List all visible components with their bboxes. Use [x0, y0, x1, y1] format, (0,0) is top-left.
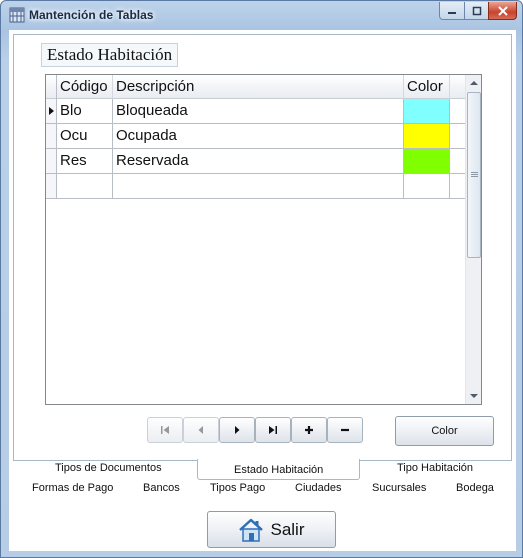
tab-page-estado-habitacion: Estado Habitación Código Descripción Col… — [13, 34, 512, 461]
current-row-icon — [49, 107, 54, 115]
scroll-down-button[interactable] — [466, 388, 482, 404]
scroll-up-icon — [470, 81, 478, 85]
data-grid[interactable]: Código Descripción Color Blo Bloqueada O… — [45, 74, 482, 405]
add-icon — [305, 426, 313, 434]
vertical-scrollbar[interactable] — [465, 75, 481, 404]
record-navigator — [147, 417, 363, 443]
new-row[interactable] — [46, 174, 465, 199]
home-icon — [239, 518, 264, 542]
cell-color-swatch[interactable] — [404, 124, 450, 148]
group-title: Estado Habitación — [41, 43, 179, 67]
tab-tipos-de-documentos[interactable]: Tipos de Documentos — [55, 462, 162, 474]
tab-tipos-pago[interactable]: Tipos Pago — [210, 482, 265, 494]
first-icon — [161, 426, 169, 434]
delete-icon — [341, 428, 349, 432]
minimize-button[interactable] — [439, 2, 465, 20]
previous-record-button[interactable] — [183, 417, 219, 443]
tab-formas-de-pago[interactable]: Formas de Pago — [32, 482, 113, 494]
minimize-icon — [448, 11, 456, 14]
table-row[interactable]: Ocu Ocupada — [46, 124, 465, 149]
tab-strip-row-1: Tipos de Documentos Estado Habitación Ti… — [13, 459, 512, 480]
cell-description[interactable] — [113, 174, 404, 198]
column-header-color[interactable]: Color — [404, 75, 450, 99]
exit-button-label: Salir — [270, 519, 305, 539]
close-icon — [497, 5, 508, 16]
color-button[interactable]: Color — [395, 416, 494, 446]
cell-description[interactable]: Bloqueada — [113, 99, 404, 123]
tab-tipo-habitacion[interactable]: Tipo Habitación — [397, 462, 473, 474]
row-selector[interactable] — [46, 174, 57, 198]
app-window: Mantención de Tablas Estado Habitación C… — [0, 0, 523, 558]
title-bar[interactable]: Mantención de Tablas — [1, 1, 522, 29]
cell-color-swatch[interactable] — [404, 99, 450, 123]
previous-icon — [198, 426, 203, 434]
cell-color-swatch[interactable] — [404, 174, 450, 198]
tab-estado-habitacion[interactable]: Estado Habitación — [234, 464, 323, 476]
table-row[interactable]: Res Reservada — [46, 149, 465, 174]
tab-ciudades[interactable]: Ciudades — [295, 482, 341, 494]
table-app-icon — [9, 7, 25, 23]
scroll-down-icon — [470, 394, 478, 398]
table-row[interactable]: Blo Bloqueada — [46, 99, 465, 124]
close-button[interactable] — [488, 2, 517, 20]
tab-strip-row-2: Formas de Pago Bancos Tipos Pago Ciudade… — [13, 480, 512, 498]
cell-code[interactable]: Ocu — [57, 124, 113, 148]
row-selector[interactable] — [46, 99, 57, 123]
column-header-descripcion[interactable]: Descripción — [113, 75, 404, 99]
client-area: Estado Habitación Código Descripción Col… — [9, 30, 516, 551]
cell-code[interactable] — [57, 174, 113, 198]
row-selector[interactable] — [46, 124, 57, 148]
tab-bancos[interactable]: Bancos — [143, 482, 180, 494]
maximize-icon — [472, 6, 481, 15]
row-selector[interactable] — [46, 149, 57, 173]
scroll-thumb[interactable] — [467, 92, 481, 258]
cell-code[interactable]: Blo — [57, 99, 113, 123]
first-record-button[interactable] — [147, 417, 183, 443]
maximize-button[interactable] — [464, 2, 489, 20]
tab-sucursales[interactable]: Sucursales — [372, 482, 426, 494]
last-record-button[interactable] — [255, 417, 291, 443]
next-icon — [235, 426, 240, 434]
window-title: Mantención de Tablas — [29, 8, 154, 22]
header-corner — [46, 75, 57, 99]
add-record-button[interactable] — [291, 417, 327, 443]
last-icon — [269, 426, 277, 434]
cell-color-swatch[interactable] — [404, 149, 450, 173]
tab-bodega[interactable]: Bodega — [456, 482, 494, 494]
exit-button[interactable]: Salir — [207, 511, 336, 548]
next-record-button[interactable] — [219, 417, 255, 443]
column-header-codigo[interactable]: Código — [57, 75, 113, 99]
cell-description[interactable]: Reservada — [113, 149, 404, 173]
grid-header: Código Descripción Color — [46, 75, 465, 99]
cell-description[interactable]: Ocupada — [113, 124, 404, 148]
delete-record-button[interactable] — [327, 417, 363, 443]
cell-code[interactable]: Res — [57, 149, 113, 173]
scroll-up-button[interactable] — [466, 75, 482, 91]
